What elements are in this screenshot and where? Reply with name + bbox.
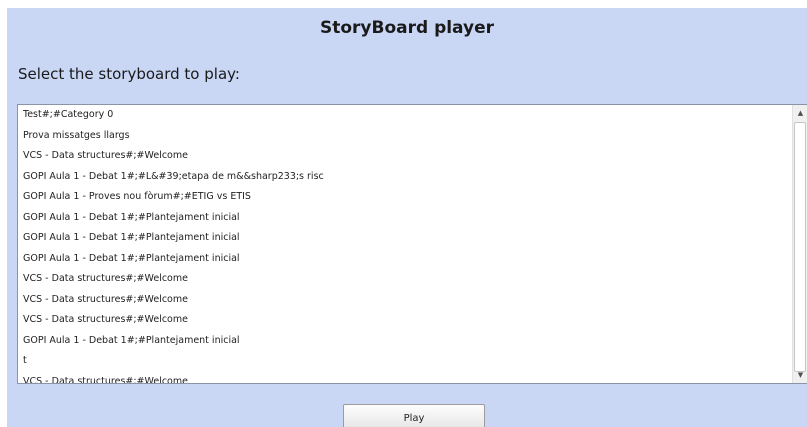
storyboard-option[interactable]: GOPI Aula 1 - Debat 1#;#Plantejament ini… [18,331,792,352]
storyboard-option[interactable]: VCS - Data structures#;#Welcome [18,269,792,290]
vertical-scrollbar[interactable]: ▲ ▼ [792,105,807,383]
storyboard-option[interactable]: GOPI Aula 1 - Proves nou fòrum#;#ETIG vs… [18,187,792,208]
storyboard-list[interactable]: Test#;#Category 0 Prova missatges llargs V… [18,105,792,383]
storyboard-option[interactable]: Test#;#Category 0 [18,105,792,126]
arrow-up-icon[interactable]: ▲ [793,105,807,121]
select-prompt: Select the storyboard to play: [18,65,240,83]
play-button[interactable]: Play [343,404,485,427]
arrow-down-icon[interactable]: ▼ [793,367,807,383]
storyboard-option[interactable]: GOPI Aula 1 - Debat 1#;#Plantejament ini… [18,208,792,229]
storyboard-option[interactable]: GOPI Aula 1 - Debat 1#;#Plantejament ini… [18,249,792,270]
storyboard-option[interactable]: VCS - Data structures#;#Welcome [18,290,792,311]
storyboard-option[interactable]: t [18,351,792,372]
storyboard-option[interactable]: VCS - Data structures#;#Welcome [18,146,792,167]
page-title: StoryBoard player [319,18,495,38]
storyboard-option[interactable]: VCS - Data structures#;#Welcome [18,372,792,384]
storyboard-player-panel: StoryBoard player Select the storyboard … [7,8,807,427]
scrollbar-thumb[interactable] [794,122,806,372]
storyboard-option[interactable]: GOPI Aula 1 - Debat 1#;#Plantejament ini… [18,228,792,249]
storyboard-option[interactable]: VCS - Data structures#;#Welcome [18,310,792,331]
storyboard-listbox[interactable]: Test#;#Category 0 Prova missatges llargs V… [17,104,807,384]
storyboard-option[interactable]: GOPI Aula 1 - Debat 1#;#L&#39;etapa de m… [18,167,792,188]
storyboard-option[interactable]: Prova missatges llargs [18,126,792,147]
